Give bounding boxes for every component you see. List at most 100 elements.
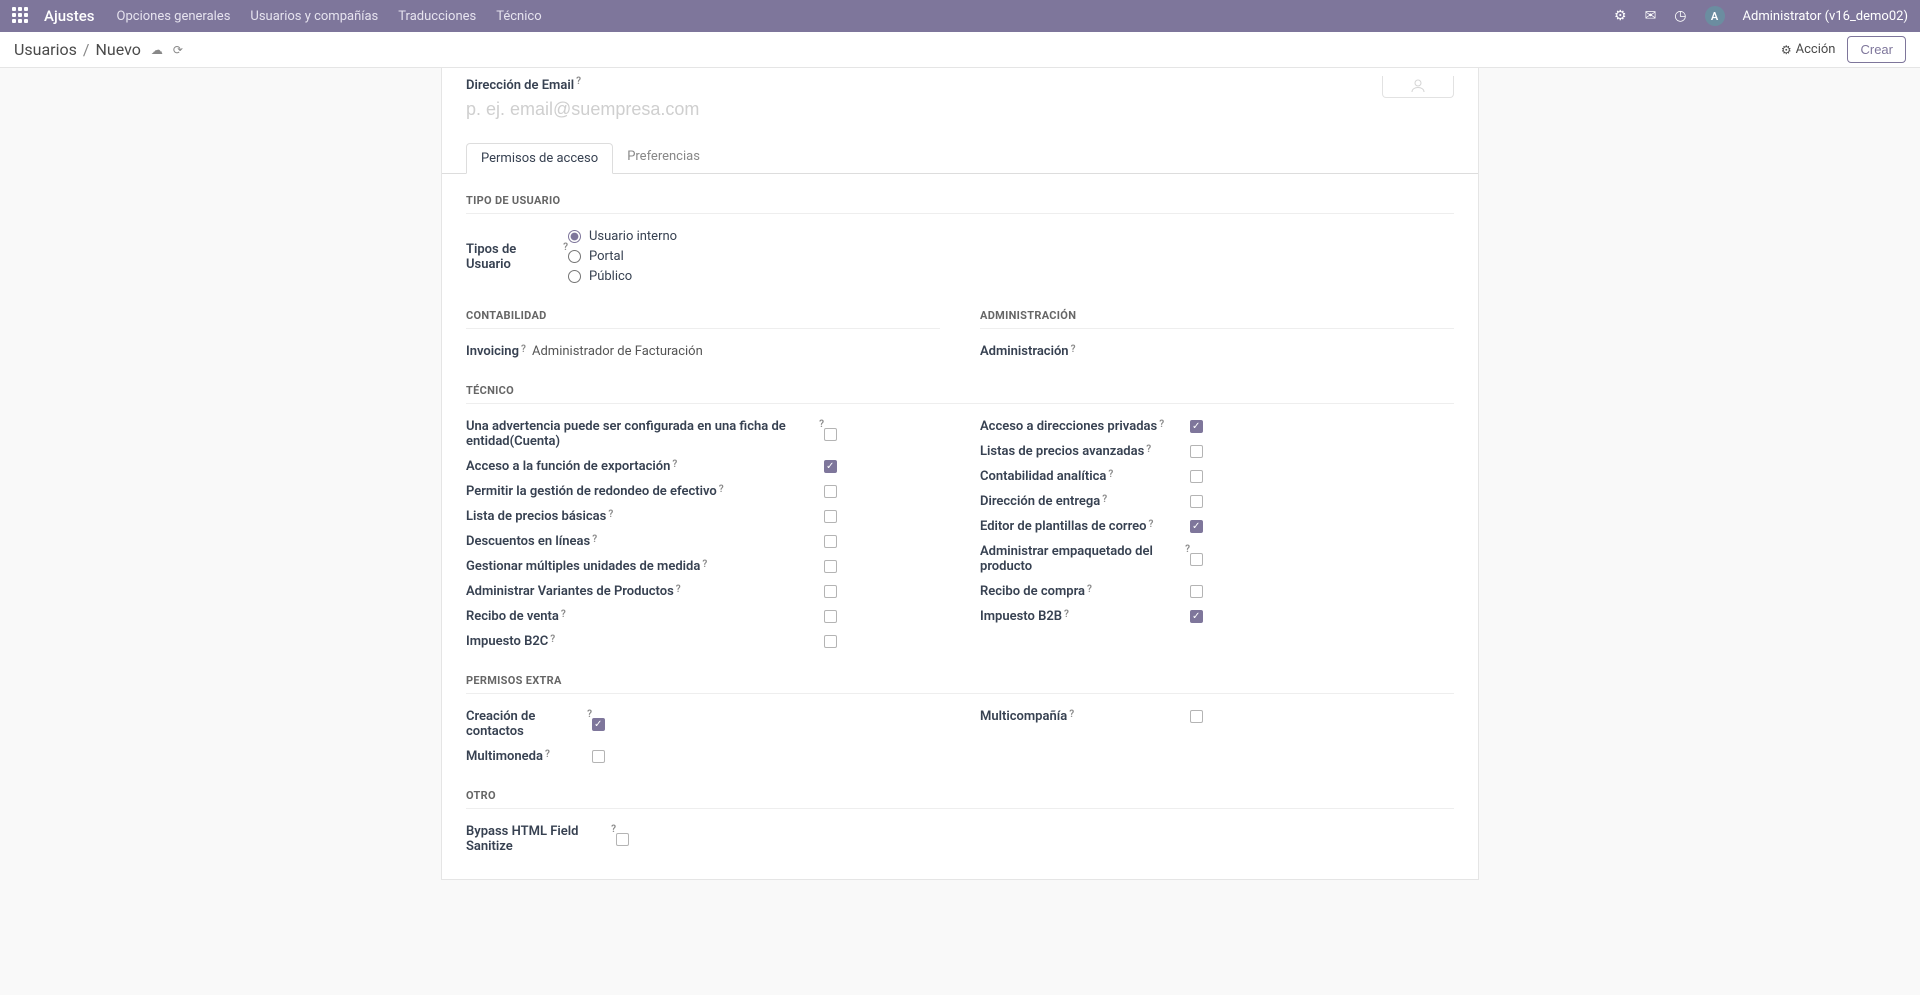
perm-row: Administrar Variantes de Productos? (466, 579, 940, 604)
nav-link-technical[interactable]: Técnico (496, 9, 541, 24)
radio-public[interactable]: Público (568, 269, 677, 284)
perm-label: Bypass HTML Field Sanitize? (466, 824, 616, 854)
perm-row: Impuesto B2B? (980, 604, 1454, 629)
perm-label: Impuesto B2C? (466, 634, 824, 649)
perm-label: Multimoneda? (466, 749, 592, 764)
section-extra: PERMISOS EXTRA (466, 654, 1454, 694)
perm-checkbox[interactable] (824, 610, 837, 623)
breadcrumb: Usuarios / Nuevo (14, 40, 141, 59)
breadcrumb-parent[interactable]: Usuarios (14, 40, 77, 59)
perm-checkbox[interactable] (824, 535, 837, 548)
perm-label: Administrar empaquetado del producto? (980, 544, 1190, 574)
perm-row: Contabilidad analítica? (980, 464, 1454, 489)
perm-label: Acceso a la función de exportación? (466, 459, 824, 474)
cloud-unsaved-icon[interactable]: ☁ (151, 43, 163, 57)
radio-internal[interactable]: Usuario interno (568, 229, 677, 244)
user-label[interactable]: Administrator (v16_demo02) (1743, 9, 1908, 24)
perm-label: Lista de precios básicas? (466, 509, 824, 524)
perm-label: Descuentos en líneas? (466, 534, 824, 549)
status-icons: ☁ ⟳ (151, 43, 183, 57)
perm-checkbox[interactable] (592, 718, 605, 731)
perm-checkbox[interactable] (1190, 610, 1203, 623)
section-user-type: TIPO DE USUARIO (466, 174, 1454, 214)
invoicing-value[interactable]: Administrador de Facturación (532, 344, 703, 359)
perm-row: Administrar empaquetado del producto? (980, 539, 1454, 579)
perm-checkbox[interactable] (824, 510, 837, 523)
perm-label: Recibo de compra? (980, 584, 1190, 599)
image-upload[interactable] (1382, 76, 1454, 98)
user-type-radio-group: Usuario interno Portal Público (568, 229, 677, 284)
perm-checkbox[interactable] (1190, 420, 1203, 433)
nav-links: Opciones generales Usuarios y compañías … (117, 9, 542, 24)
perm-checkbox[interactable] (824, 560, 837, 573)
nav-right: ⚙ ✉ ◷ A Administrator (v16_demo02) (1614, 6, 1908, 26)
perm-checkbox[interactable] (1190, 553, 1203, 566)
perm-row: Bypass HTML Field Sanitize? (466, 819, 1454, 859)
section-other: OTRO (466, 769, 1454, 809)
perm-label: Impuesto B2B? (980, 609, 1190, 624)
perm-checkbox[interactable] (824, 635, 837, 648)
perm-checkbox[interactable] (1190, 445, 1203, 458)
create-button[interactable]: Crear (1847, 36, 1906, 63)
discard-icon[interactable]: ⟳ (173, 43, 183, 57)
perm-checkbox[interactable] (824, 585, 837, 598)
perm-label: Permitir la gestión de redondeo de efect… (466, 484, 824, 499)
perm-checkbox[interactable] (824, 485, 837, 498)
nav-link-general[interactable]: Opciones generales (117, 9, 231, 24)
perm-checkbox[interactable] (1190, 495, 1203, 508)
avatar[interactable]: A (1705, 6, 1725, 26)
perm-row: Gestionar múltiples unidades de medida? (466, 554, 940, 579)
radio-portal[interactable]: Portal (568, 249, 677, 264)
perm-checkbox[interactable] (824, 460, 837, 473)
tab-access[interactable]: Permisos de acceso (466, 143, 613, 174)
perm-label: Listas de precios avanzadas? (980, 444, 1190, 459)
user-types-label: Tipos de Usuario (466, 242, 561, 272)
nav-link-users[interactable]: Usuarios y compañías (250, 9, 378, 24)
breadcrumb-sep: / (83, 40, 90, 59)
perm-row: Permitir la gestión de redondeo de efect… (466, 479, 940, 504)
form-sheet: Dirección de Email? Permisos de acceso P… (441, 68, 1479, 880)
section-accounting: CONTABILIDAD (466, 289, 940, 329)
perm-row: Impuesto B2C? (466, 629, 940, 654)
brand-title: Ajustes (44, 7, 95, 25)
perm-label: Editor de plantillas de correo? (980, 519, 1190, 534)
tabs: Permisos de acceso Preferencias (442, 142, 1478, 173)
perm-row: Una advertencia puede ser configurada en… (466, 414, 940, 454)
perm-row: Recibo de venta? (466, 604, 940, 629)
breadcrumb-current: Nuevo (95, 40, 140, 59)
perm-label: Dirección de entrega? (980, 494, 1190, 509)
action-label: Acción (1796, 42, 1836, 57)
perm-checkbox[interactable] (1190, 520, 1203, 533)
invoicing-label: Invoicing (466, 344, 519, 359)
top-nav: Ajustes Opciones generales Usuarios y co… (0, 0, 1920, 32)
perm-label: Multicompañía? (980, 709, 1190, 724)
perm-row: Acceso a direcciones privadas? (980, 414, 1454, 439)
perm-row: Lista de precios básicas? (466, 504, 940, 529)
apps-icon[interactable] (12, 7, 30, 25)
nav-link-translations[interactable]: Traducciones (398, 9, 476, 24)
messages-icon[interactable]: ✉ (1645, 8, 1657, 24)
email-label: Dirección de Email? (466, 78, 581, 93)
admin-label: Administración (980, 344, 1069, 359)
perm-label: Creación de contactos? (466, 709, 592, 739)
perm-row: Multicompañía? (980, 704, 1454, 729)
perm-label: Una advertencia puede ser configurada en… (466, 419, 824, 449)
clock-icon[interactable]: ◷ (1674, 8, 1686, 24)
perm-row: Dirección de entrega? (980, 489, 1454, 514)
action-dropdown[interactable]: ⚙ Acción (1781, 42, 1836, 57)
section-admin: ADMINISTRACIÓN (980, 289, 1454, 329)
control-panel: Usuarios / Nuevo ☁ ⟳ ⚙ Acción Crear (0, 32, 1920, 68)
perm-row: Creación de contactos? (466, 704, 940, 744)
perm-checkbox[interactable] (824, 428, 837, 441)
section-technical: TÉCNICO (466, 364, 1454, 404)
perm-checkbox[interactable] (592, 750, 605, 763)
perm-checkbox[interactable] (1190, 585, 1203, 598)
email-input[interactable] (466, 93, 1382, 122)
tab-preferences[interactable]: Preferencias (613, 142, 714, 173)
perm-checkbox[interactable] (616, 833, 629, 846)
perm-row: Descuentos en líneas? (466, 529, 940, 554)
bug-icon[interactable]: ⚙ (1614, 8, 1627, 24)
perm-checkbox[interactable] (1190, 710, 1203, 723)
perm-checkbox[interactable] (1190, 470, 1203, 483)
perm-label: Recibo de venta? (466, 609, 824, 624)
